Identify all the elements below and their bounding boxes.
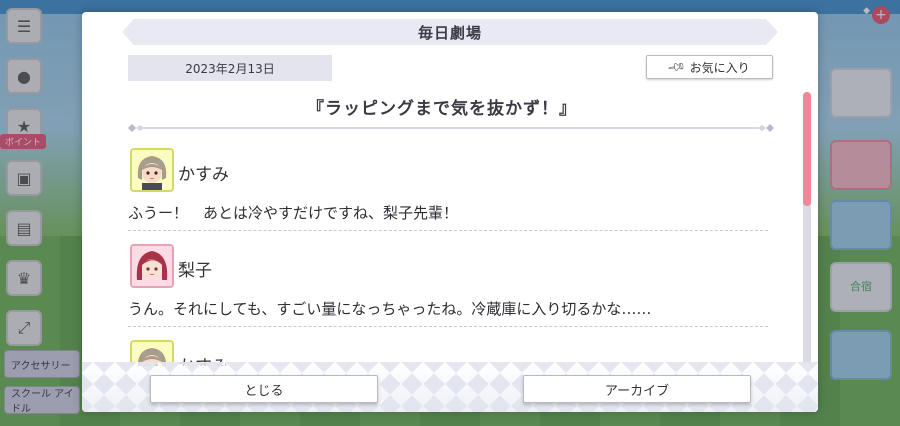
- entry-divider: [128, 326, 768, 327]
- scrollbar-thumb[interactable]: [803, 92, 811, 206]
- favorite-button-label: お気に入り: [689, 60, 750, 75]
- speaker-name: かすみ: [178, 165, 229, 185]
- daily-theater-modal: 毎日劇場 2023年2月13日 📌︎ お気に入り 『ラッピングまで気を抜かず！』: [82, 12, 818, 412]
- title-divider: [128, 124, 774, 132]
- story-title: 『ラッピングまで気を抜かず！』: [307, 99, 577, 119]
- dialogue-entry: かすみ ふうー！ あとは冷やすだけですね、梨子先輩！: [128, 140, 768, 236]
- archive-button[interactable]: アーカイブ: [523, 375, 751, 403]
- dialogue-entry: かすみ: [128, 332, 768, 366]
- speaker-name: 梨子: [178, 261, 212, 281]
- riko-avatar: [130, 244, 174, 288]
- modal-header: 毎日劇場: [122, 19, 778, 45]
- pin-icon: 📌︎: [666, 56, 688, 78]
- dialogue-text: うん。それにしても、すごい量になっちゃったね。冷蔵庫に入り切るかな……: [128, 300, 652, 318]
- dialogue-text: ふうー！ あとは冷やすだけですね、梨子先輩！: [128, 204, 459, 222]
- dialogue-entry: 梨子 うん。それにしても、すごい量になっちゃったね。冷蔵庫に入り切るかな……: [128, 236, 768, 332]
- favorite-button[interactable]: 📌︎ お気に入り: [646, 55, 773, 79]
- kasumi-avatar: [130, 148, 174, 192]
- date-label: 2023年2月13日: [128, 55, 332, 81]
- dialogue-scroll-area[interactable]: かすみ ふうー！ あとは冷やすだけですね、梨子先輩！ 梨子 うん。それにしても、…: [128, 140, 768, 366]
- close-button[interactable]: とじる: [150, 375, 378, 403]
- scrollbar[interactable]: [803, 92, 811, 366]
- modal-title: 毎日劇場: [417, 23, 482, 42]
- entry-divider: [128, 230, 768, 231]
